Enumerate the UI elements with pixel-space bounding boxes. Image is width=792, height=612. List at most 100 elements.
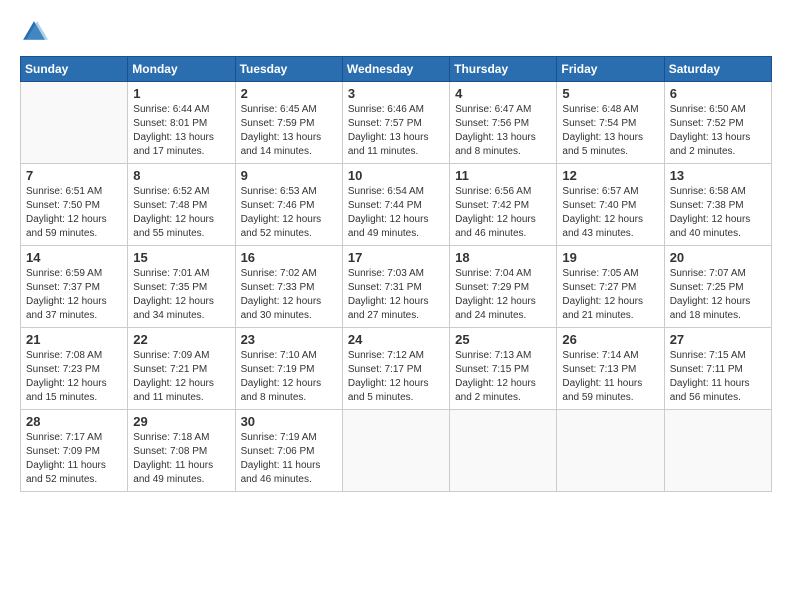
day-info: Sunrise: 7:12 AM Sunset: 7:17 PM Dayligh…: [348, 349, 444, 405]
calendar-cell: 21 Sunrise: 7:08 AM Sunset: 7:23 PM Dayli…: [21, 328, 128, 410]
calendar-cell: 30 Sunrise: 7:19 AM Sunset: 7:06 PM Dayli…: [235, 410, 342, 492]
calendar-cell: 6 Sunrise: 6:50 AM Sunset: 7:52 PM Daylig…: [664, 82, 771, 164]
weekday-header-friday: Friday: [557, 57, 664, 82]
day-number: 22: [133, 332, 229, 347]
day-number: 10: [348, 168, 444, 183]
calendar-cell: 1 Sunrise: 6:44 AM Sunset: 8:01 PM Daylig…: [128, 82, 235, 164]
day-info: Sunrise: 6:48 AM Sunset: 7:54 PM Dayligh…: [562, 103, 658, 159]
day-number: 23: [241, 332, 337, 347]
calendar-cell: [664, 410, 771, 492]
day-info: Sunrise: 7:19 AM Sunset: 7:06 PM Dayligh…: [241, 431, 337, 487]
calendar-cell: 2Sunrise: 6:45 AM Sunset: 7:59 PM Daylig…: [235, 82, 342, 164]
day-info: Sunrise: 6:47 AM Sunset: 7:56 PM Dayligh…: [455, 103, 551, 159]
day-number: 14: [26, 250, 122, 265]
calendar: SundayMondayTuesdayWednesdayThursdayFrid…: [20, 56, 772, 492]
calendar-cell: [557, 410, 664, 492]
day-number: 28: [26, 414, 122, 429]
page: SundayMondayTuesdayWednesdayThursdayFrid…: [0, 0, 792, 612]
day-number: 1: [133, 86, 229, 101]
day-number: 3: [348, 86, 444, 101]
calendar-cell: [21, 82, 128, 164]
day-info: Sunrise: 7:17 AM Sunset: 7:09 PM Dayligh…: [26, 431, 122, 487]
day-info: Sunrise: 6:57 AM Sunset: 7:40 PM Dayligh…: [562, 185, 658, 241]
day-number: 11: [455, 168, 551, 183]
calendar-cell: 17 Sunrise: 7:03 AM Sunset: 7:31 PM Dayli…: [342, 246, 449, 328]
day-number: 6: [670, 86, 766, 101]
weekday-header-row: SundayMondayTuesdayWednesdayThursdayFrid…: [21, 57, 772, 82]
day-number: 16: [241, 250, 337, 265]
day-info: Sunrise: 6:59 AM Sunset: 7:37 PM Dayligh…: [26, 267, 122, 323]
calendar-row: 14 Sunrise: 6:59 AM Sunset: 7:37 PM Dayli…: [21, 246, 772, 328]
calendar-cell: 9 Sunrise: 6:53 AM Sunset: 7:46 PM Daylig…: [235, 164, 342, 246]
calendar-cell: 27Sunrise: 7:15 AM Sunset: 7:11 PM Dayli…: [664, 328, 771, 410]
day-number: 7: [26, 168, 122, 183]
day-number: 17: [348, 250, 444, 265]
day-info: Sunrise: 7:07 AM Sunset: 7:25 PM Dayligh…: [670, 267, 766, 323]
day-info: Sunrise: 7:09 AM Sunset: 7:21 PM Dayligh…: [133, 349, 229, 405]
day-number: 5: [562, 86, 658, 101]
day-number: 21: [26, 332, 122, 347]
day-info: Sunrise: 6:44 AM Sunset: 8:01 PM Dayligh…: [133, 103, 229, 159]
day-info: Sunrise: 7:04 AM Sunset: 7:29 PM Dayligh…: [455, 267, 551, 323]
day-number: 9: [241, 168, 337, 183]
day-number: 25: [455, 332, 551, 347]
day-info: Sunrise: 7:02 AM Sunset: 7:33 PM Dayligh…: [241, 267, 337, 323]
calendar-cell: 5 Sunrise: 6:48 AM Sunset: 7:54 PM Daylig…: [557, 82, 664, 164]
day-info: Sunrise: 6:46 AM Sunset: 7:57 PM Dayligh…: [348, 103, 444, 159]
weekday-header-tuesday: Tuesday: [235, 57, 342, 82]
calendar-cell: 29Sunrise: 7:18 AM Sunset: 7:08 PM Dayli…: [128, 410, 235, 492]
day-info: Sunrise: 7:05 AM Sunset: 7:27 PM Dayligh…: [562, 267, 658, 323]
day-info: Sunrise: 6:53 AM Sunset: 7:46 PM Dayligh…: [241, 185, 337, 241]
day-info: Sunrise: 7:03 AM Sunset: 7:31 PM Dayligh…: [348, 267, 444, 323]
weekday-header-saturday: Saturday: [664, 57, 771, 82]
calendar-cell: 23 Sunrise: 7:10 AM Sunset: 7:19 PM Dayli…: [235, 328, 342, 410]
calendar-cell: [342, 410, 449, 492]
calendar-cell: 18 Sunrise: 7:04 AM Sunset: 7:29 PM Dayli…: [450, 246, 557, 328]
calendar-cell: 13Sunrise: 6:58 AM Sunset: 7:38 PM Dayli…: [664, 164, 771, 246]
day-number: 18: [455, 250, 551, 265]
day-number: 4: [455, 86, 551, 101]
day-info: Sunrise: 6:50 AM Sunset: 7:52 PM Dayligh…: [670, 103, 766, 159]
calendar-cell: 10 Sunrise: 6:54 AM Sunset: 7:44 PM Dayli…: [342, 164, 449, 246]
day-number: 12: [562, 168, 658, 183]
day-number: 29: [133, 414, 229, 429]
calendar-cell: 8 Sunrise: 6:52 AM Sunset: 7:48 PM Daylig…: [128, 164, 235, 246]
calendar-cell: 26Sunrise: 7:14 AM Sunset: 7:13 PM Dayli…: [557, 328, 664, 410]
calendar-row: 28 Sunrise: 7:17 AM Sunset: 7:09 PM Dayli…: [21, 410, 772, 492]
header: [20, 18, 772, 46]
calendar-cell: 28 Sunrise: 7:17 AM Sunset: 7:09 PM Dayli…: [21, 410, 128, 492]
calendar-row: 21 Sunrise: 7:08 AM Sunset: 7:23 PM Dayli…: [21, 328, 772, 410]
day-info: Sunrise: 6:54 AM Sunset: 7:44 PM Dayligh…: [348, 185, 444, 241]
day-number: 15: [133, 250, 229, 265]
day-number: 8: [133, 168, 229, 183]
day-number: 26: [562, 332, 658, 347]
day-number: 20: [670, 250, 766, 265]
logo: [20, 18, 52, 46]
calendar-cell: 15 Sunrise: 7:01 AM Sunset: 7:35 PM Dayli…: [128, 246, 235, 328]
weekday-header-monday: Monday: [128, 57, 235, 82]
calendar-cell: 12 Sunrise: 6:57 AM Sunset: 7:40 PM Dayli…: [557, 164, 664, 246]
calendar-cell: [450, 410, 557, 492]
day-info: Sunrise: 7:13 AM Sunset: 7:15 PM Dayligh…: [455, 349, 551, 405]
weekday-header-wednesday: Wednesday: [342, 57, 449, 82]
calendar-cell: 22 Sunrise: 7:09 AM Sunset: 7:21 PM Dayli…: [128, 328, 235, 410]
calendar-cell: 16 Sunrise: 7:02 AM Sunset: 7:33 PM Dayli…: [235, 246, 342, 328]
day-info: Sunrise: 6:45 AM Sunset: 7:59 PM Dayligh…: [241, 103, 337, 159]
calendar-cell: 14 Sunrise: 6:59 AM Sunset: 7:37 PM Dayli…: [21, 246, 128, 328]
day-info: Sunrise: 7:15 AM Sunset: 7:11 PM Dayligh…: [670, 349, 766, 405]
day-info: Sunrise: 6:52 AM Sunset: 7:48 PM Dayligh…: [133, 185, 229, 241]
calendar-cell: 19Sunrise: 7:05 AM Sunset: 7:27 PM Dayli…: [557, 246, 664, 328]
calendar-row: 7 Sunrise: 6:51 AM Sunset: 7:50 PM Daylig…: [21, 164, 772, 246]
calendar-cell: 11 Sunrise: 6:56 AM Sunset: 7:42 PM Dayli…: [450, 164, 557, 246]
day-info: Sunrise: 7:01 AM Sunset: 7:35 PM Dayligh…: [133, 267, 229, 323]
calendar-cell: 3 Sunrise: 6:46 AM Sunset: 7:57 PM Daylig…: [342, 82, 449, 164]
day-number: 30: [241, 414, 337, 429]
day-info: Sunrise: 7:10 AM Sunset: 7:19 PM Dayligh…: [241, 349, 337, 405]
calendar-cell: 4 Sunrise: 6:47 AM Sunset: 7:56 PM Daylig…: [450, 82, 557, 164]
day-info: Sunrise: 7:08 AM Sunset: 7:23 PM Dayligh…: [26, 349, 122, 405]
calendar-cell: 20 Sunrise: 7:07 AM Sunset: 7:25 PM Dayli…: [664, 246, 771, 328]
day-info: Sunrise: 6:56 AM Sunset: 7:42 PM Dayligh…: [455, 185, 551, 241]
day-info: Sunrise: 6:51 AM Sunset: 7:50 PM Dayligh…: [26, 185, 122, 241]
calendar-cell: 7 Sunrise: 6:51 AM Sunset: 7:50 PM Daylig…: [21, 164, 128, 246]
calendar-cell: 24Sunrise: 7:12 AM Sunset: 7:17 PM Dayli…: [342, 328, 449, 410]
